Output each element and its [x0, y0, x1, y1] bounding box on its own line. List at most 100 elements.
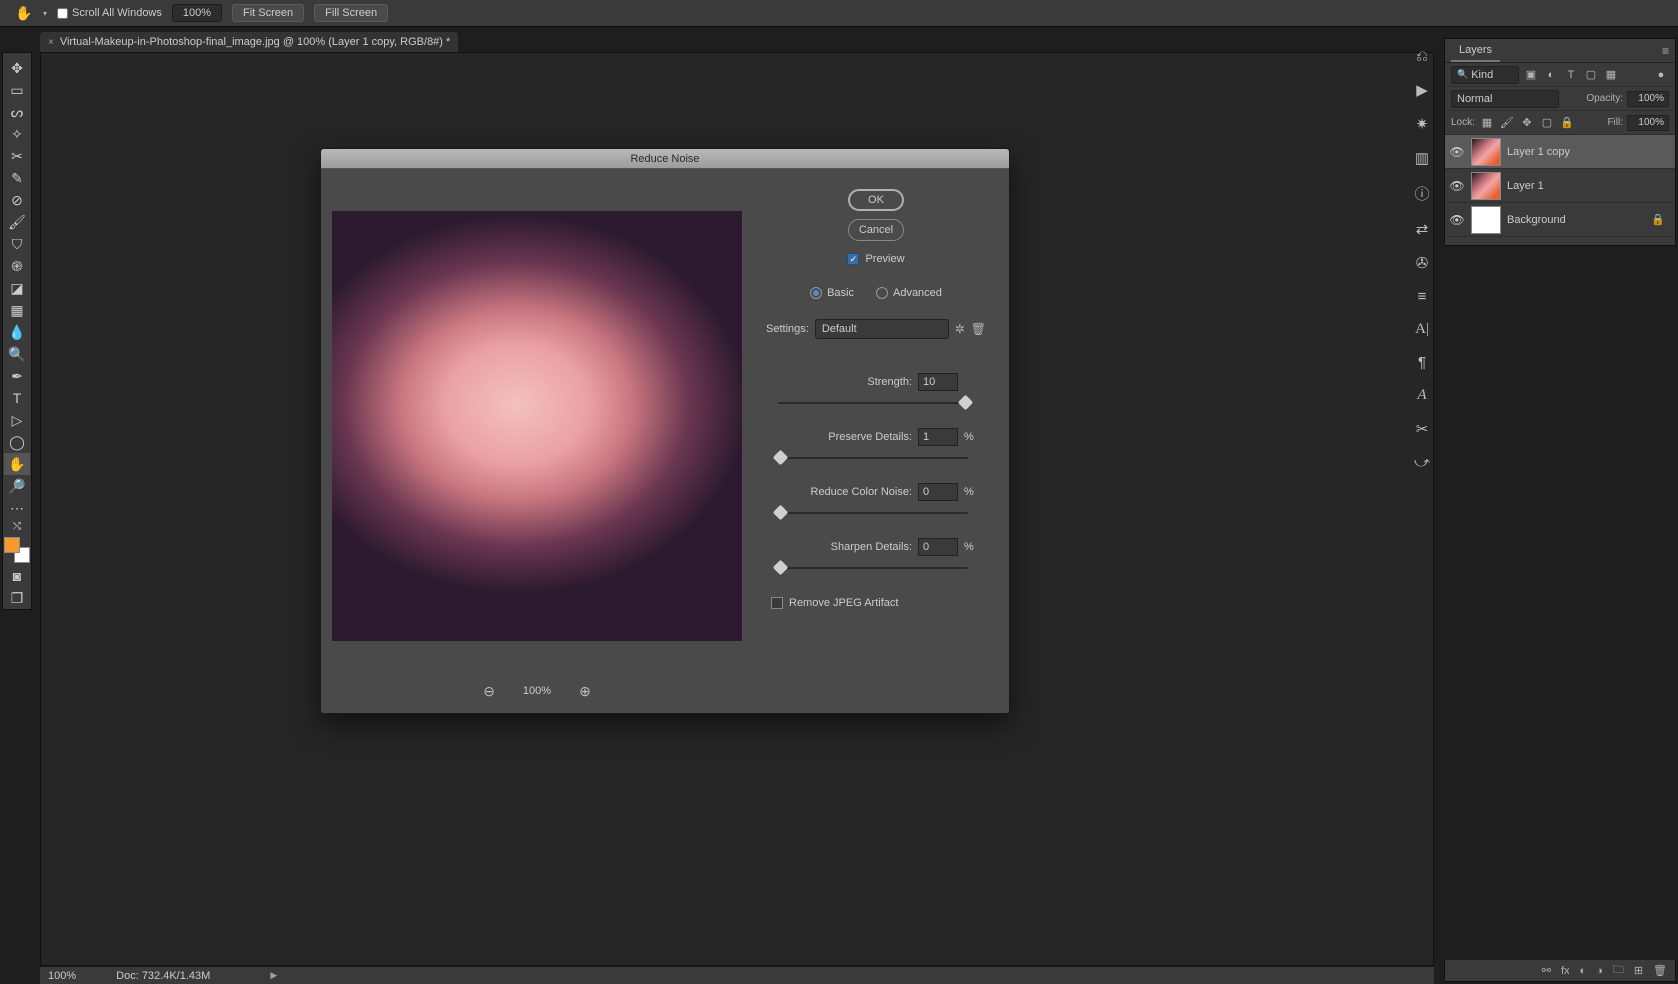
filter-adjustment-icon[interactable]: ◐	[1543, 67, 1559, 83]
filter-type-icon[interactable]: T	[1563, 67, 1579, 83]
save-settings-icon[interactable]: ✲	[955, 322, 965, 336]
layer-name-label[interactable]: Background	[1507, 214, 1566, 226]
gradient-tool[interactable]: ▦	[4, 299, 30, 321]
preview-image[interactable]	[332, 211, 742, 641]
filter-toggle-icon[interactable]: ●	[1653, 67, 1669, 83]
settings-select[interactable]: Default	[815, 319, 949, 339]
foreground-color-swatch[interactable]	[4, 537, 20, 553]
filter-shape-icon[interactable]: ▢	[1583, 67, 1599, 83]
properties-panel-icon[interactable]: ≡	[1418, 288, 1427, 305]
layer-row[interactable]: 👁 Layer 1	[1445, 169, 1675, 203]
styles-panel-icon[interactable]: ⤻	[1414, 454, 1430, 471]
zoom-tool[interactable]: 🔎	[4, 475, 30, 497]
history-brush-tool[interactable]: ֎	[4, 255, 30, 277]
reduce-color-noise-slider[interactable]	[778, 506, 968, 520]
dodge-tool[interactable]: 🔍	[4, 343, 30, 365]
visibility-eye-icon[interactable]: 👁	[1449, 213, 1465, 227]
color-panel-icon[interactable]: ✷	[1416, 115, 1429, 133]
cancel-button[interactable]: Cancel	[848, 219, 904, 241]
character-panel-icon[interactable]: A|	[1415, 321, 1429, 338]
healing-brush-tool[interactable]: ⊘	[4, 189, 30, 211]
color-swatches[interactable]	[4, 537, 30, 563]
close-tab-icon[interactable]: ×	[48, 37, 54, 48]
strength-slider[interactable]	[778, 396, 968, 410]
remove-jpeg-artifact-checkbox[interactable]: Remove JPEG Artifact	[771, 597, 898, 609]
quick-mask-tool[interactable]: ◙	[4, 565, 30, 587]
zoom-out-icon[interactable]: ⊖	[483, 683, 495, 700]
histogram-panel-icon[interactable]: ▥	[1415, 149, 1429, 167]
swap-colors-icon[interactable]: ⤭	[4, 519, 30, 533]
layer-name-label[interactable]: Layer 1	[1507, 180, 1544, 192]
edit-toolbar-icon[interactable]: ⋯	[4, 497, 30, 519]
path-selection-tool[interactable]: ▷	[4, 409, 30, 431]
fill-screen-button[interactable]: Fill Screen	[314, 4, 388, 22]
lock-transparency-icon[interactable]: ▦	[1479, 115, 1495, 131]
layer-thumbnail[interactable]	[1471, 172, 1501, 200]
history-panel-icon[interactable]: ⎌	[1416, 48, 1428, 65]
type-tool[interactable]: T	[4, 387, 30, 409]
basic-mode-radio[interactable]: Basic	[810, 287, 854, 299]
delete-settings-icon[interactable]: 🗑	[971, 322, 986, 336]
layer-thumbnail[interactable]	[1471, 206, 1501, 234]
document-tab[interactable]: × Virtual-Makeup-in-Photoshop-final_imag…	[40, 32, 458, 52]
brush-tool[interactable]: 🖌	[4, 211, 30, 233]
swatches-panel-icon[interactable]: ✂	[1416, 420, 1429, 438]
libraries-panel-icon[interactable]: ⇄	[1416, 220, 1429, 238]
magic-wand-tool[interactable]: ✧	[4, 123, 30, 145]
move-tool[interactable]: ✥	[4, 57, 30, 79]
strength-input[interactable]: 10	[918, 373, 958, 391]
lock-artboard-icon[interactable]: ▢	[1539, 115, 1555, 131]
preview-checkbox[interactable]: ✓ Preview	[847, 253, 904, 265]
layer-mask-icon[interactable]: ◐	[1580, 965, 1587, 977]
status-zoom[interactable]: 100%	[48, 970, 76, 982]
ok-button[interactable]: OK	[848, 189, 904, 211]
fill-field[interactable]: 100%	[1627, 115, 1669, 131]
clone-stamp-tool[interactable]: ⛉	[4, 233, 30, 255]
actions-panel-icon[interactable]: ▶	[1416, 81, 1428, 99]
link-layers-icon[interactable]: ⚯	[1542, 964, 1551, 977]
lasso-tool[interactable]: ᔕ	[4, 101, 30, 123]
blend-mode-select[interactable]: Normal	[1451, 90, 1559, 108]
sharpen-details-slider[interactable]	[778, 561, 968, 575]
visibility-eye-icon[interactable]: 👁	[1449, 145, 1465, 159]
layer-row[interactable]: 👁 Layer 1 copy	[1445, 135, 1675, 169]
lock-position-icon[interactable]: ✥	[1519, 115, 1535, 131]
layer-fx-icon[interactable]: fx	[1561, 965, 1570, 977]
shape-tool[interactable]: ◯	[4, 431, 30, 453]
adjustments-panel-icon[interactable]: ✇	[1416, 254, 1429, 272]
crop-tool[interactable]: ✂	[4, 145, 30, 167]
eyedropper-tool[interactable]: ✎	[4, 167, 30, 189]
status-doc-info[interactable]: Doc: 732.4K/1.43M	[116, 970, 210, 982]
advanced-mode-radio[interactable]: Advanced	[876, 287, 942, 299]
layer-row[interactable]: 👁 Background 🔒	[1445, 203, 1675, 237]
layers-tab[interactable]: Layers	[1451, 40, 1500, 62]
lock-all-icon[interactable]: 🔒	[1559, 115, 1575, 131]
hand-tool[interactable]: ✋	[4, 453, 30, 475]
scroll-all-checkbox-input[interactable]	[57, 8, 68, 19]
glyphs-panel-icon[interactable]: A	[1417, 387, 1426, 404]
dialog-title-bar[interactable]: Reduce Noise	[321, 149, 1009, 169]
adjustment-layer-icon[interactable]: ◑	[1596, 965, 1603, 977]
filter-pixel-icon[interactable]: ▣	[1523, 67, 1539, 83]
info-panel-icon[interactable]: ⓘ	[1414, 183, 1429, 204]
group-layers-icon[interactable]: 🗀	[1613, 961, 1624, 980]
eraser-tool[interactable]: ◪	[4, 277, 30, 299]
preserve-details-slider[interactable]	[778, 451, 968, 465]
layer-name-label[interactable]: Layer 1 copy	[1507, 146, 1570, 158]
status-menu-caret[interactable]: ▶	[270, 970, 277, 981]
opacity-field[interactable]: 100%	[1627, 91, 1669, 107]
filter-smart-icon[interactable]: ▦	[1603, 67, 1619, 83]
visibility-eye-icon[interactable]: 👁	[1449, 179, 1465, 193]
blur-tool[interactable]: 💧	[4, 321, 30, 343]
preserve-details-input[interactable]: 1	[918, 428, 958, 446]
fit-screen-button[interactable]: Fit Screen	[232, 4, 304, 22]
reduce-color-noise-input[interactable]: 0	[918, 483, 958, 501]
delete-layer-icon[interactable]: 🗑	[1653, 964, 1667, 977]
paragraph-panel-icon[interactable]: ¶	[1418, 354, 1426, 371]
zoom-in-icon[interactable]: ⊕	[579, 683, 591, 700]
scroll-all-windows-checkbox[interactable]: Scroll All Windows	[57, 7, 162, 19]
marquee-tool[interactable]: ▭	[4, 79, 30, 101]
new-layer-icon[interactable]: ⊞	[1634, 964, 1643, 977]
zoom-level-field[interactable]: 100%	[172, 4, 222, 22]
layer-filter-kind-select[interactable]: 🔍 Kind	[1451, 66, 1519, 84]
